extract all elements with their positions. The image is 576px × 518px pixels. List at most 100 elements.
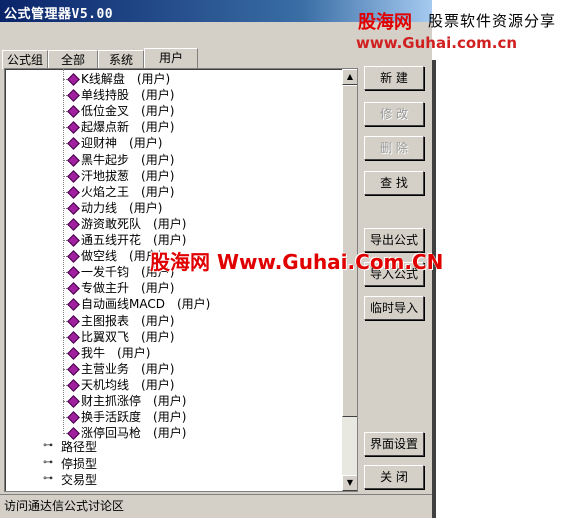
ui-settings-button[interactable]: 界面设置: [364, 432, 424, 456]
formula-diamond-icon: [67, 201, 80, 215]
group-key-icon: ⊶: [43, 473, 53, 484]
site-logo: 股海网 股票软件资源分享 www.Guhai.com.cn: [356, 8, 576, 54]
formula-diamond-icon: [67, 218, 80, 231]
scroll-down-arrow-icon[interactable]: ▼: [342, 475, 357, 491]
logo-url: www.Guhai.com.cn: [356, 34, 518, 52]
tab-all[interactable]: 全部: [48, 50, 98, 69]
formula-diamond-icon: [67, 346, 80, 360]
formula-diamond-icon: [67, 379, 80, 392]
formula-item[interactable]: 黑牛起步 (用户): [81, 152, 174, 168]
edit-button[interactable]: 修 改: [364, 102, 424, 126]
find-button[interactable]: 查 找: [364, 171, 424, 195]
formula-item[interactable]: 比翼双飞 (用户): [81, 329, 174, 345]
formula-tag: (用户): [141, 120, 175, 135]
formula-tag: (用户): [153, 233, 187, 247]
formula-name: 主营业务: [81, 361, 130, 376]
formula-diamond-icon: [67, 121, 80, 135]
formula-diamond-icon: [67, 105, 80, 119]
formula-name: 火焰之王: [81, 184, 130, 199]
formula-tag: (用户): [117, 345, 151, 360]
formula-tag: (用户): [141, 329, 175, 344]
formula-tag: (用户): [141, 168, 175, 183]
formula-item[interactable]: 游资敢死队 (用户): [81, 216, 186, 232]
formula-name: 汗地拔葱: [81, 168, 130, 183]
formula-item[interactable]: 换手活跃度 (用户): [81, 409, 186, 425]
formula-item[interactable]: 财主抓涨停 (用户): [81, 393, 186, 409]
delete-button[interactable]: 删 除: [364, 136, 424, 160]
formula-group[interactable]: 路径型: [61, 439, 97, 455]
formula-item[interactable]: 迎财神 (用户): [81, 135, 162, 151]
formula-group[interactable]: 交易型: [61, 472, 97, 488]
formula-diamond-icon: [67, 314, 80, 328]
formula-tag: (用户): [176, 297, 211, 312]
formula-name: 动力线: [81, 200, 118, 215]
formula-group[interactable]: 停损型: [61, 456, 97, 472]
temp-import-button[interactable]: 临时导入: [364, 296, 424, 320]
formula-name: K线解盘: [81, 72, 125, 86]
formula-item[interactable]: 单线持股 (用户): [81, 87, 174, 103]
formula-diamond-icon: [67, 234, 80, 247]
scroll-up-arrow-icon[interactable]: ▲: [342, 69, 357, 85]
formula-name: 比翼双飞: [81, 329, 130, 344]
tab-user[interactable]: 用户: [144, 48, 198, 69]
formula-tag: (用户): [153, 426, 187, 441]
formula-name: 通五线开花: [81, 233, 142, 247]
formula-tag: (用户): [141, 361, 175, 376]
formula-tag: (用户): [141, 281, 175, 296]
formula-diamond-icon: [67, 185, 80, 199]
formula-item[interactable]: K线解盘 (用户): [81, 71, 170, 87]
status-bar-link[interactable]: 访问通达信公式讨论区: [0, 494, 432, 518]
formula-item[interactable]: 主营业务 (用户): [81, 361, 174, 377]
formula-tag: (用户): [141, 104, 175, 119]
watermark-text: 股海网 Www.Guhai.Com.CN: [150, 250, 444, 274]
formula-item[interactable]: 自动画线MACD (用户): [81, 296, 210, 312]
formula-name: 迎财神: [81, 136, 118, 151]
formula-tag: (用户): [153, 394, 187, 408]
formula-name: 专做主升: [81, 281, 130, 296]
formula-item[interactable]: 天机均线 (用户): [81, 377, 174, 393]
formula-name: 财主抓涨停: [81, 394, 142, 408]
formula-item[interactable]: 起爆点新 (用户): [81, 119, 174, 135]
vertical-scrollbar[interactable]: ▲ ▼: [342, 69, 357, 491]
formula-diamond-icon: [67, 330, 80, 344]
formula-diamond-icon: [67, 362, 80, 376]
formula-item[interactable]: 动力线 (用户): [81, 200, 162, 216]
formula-diamond-icon: [67, 266, 80, 280]
formula-tag: (用户): [129, 200, 163, 215]
tab-groups[interactable]: 公式组: [2, 50, 48, 69]
formula-tree[interactable]: K线解盘 (用户) 单线持股 (用户) 低位金叉 (用户) 起爆点新 (用户) 迎财神 (用户) 黑…: [4, 68, 358, 492]
formula-tag: (用户): [141, 88, 175, 103]
formula-name: 天机均线: [81, 377, 130, 392]
formula-tag: (用户): [129, 136, 163, 151]
formula-item[interactable]: 主图报表 (用户): [81, 313, 174, 329]
formula-tag: (用户): [153, 410, 187, 425]
formula-tag: (用户): [136, 72, 171, 86]
formula-name: 主图报表: [81, 313, 130, 328]
formula-name: 游资敢死队: [81, 216, 142, 231]
formula-item[interactable]: 低位金叉 (用户): [81, 103, 174, 119]
logo-brand: 股海网: [358, 12, 412, 33]
group-key-icon: ⊶: [43, 440, 53, 451]
close-button[interactable]: 关 闭: [364, 465, 424, 489]
formula-item[interactable]: 汗地拔葱 (用户): [81, 168, 174, 184]
formula-tag: (用户): [141, 152, 175, 167]
formula-diamond-icon: [67, 298, 80, 312]
formula-name: 起爆点新: [81, 120, 130, 135]
formula-item[interactable]: 我牛 (用户): [81, 345, 150, 361]
formula-item[interactable]: 专做主升 (用户): [81, 280, 174, 296]
formula-name: 一发千钧: [81, 265, 130, 280]
formula-diamond-icon: [67, 153, 80, 167]
formula-tag: (用户): [141, 184, 175, 199]
tab-strip: 公式组 全部 系统 用户: [2, 48, 342, 69]
formula-tag: (用户): [141, 313, 175, 328]
window-edge: [432, 60, 436, 518]
formula-diamond-icon: [67, 282, 80, 296]
formula-name: 做空线: [81, 249, 118, 264]
tab-system[interactable]: 系统: [98, 50, 144, 69]
formula-name: 换手活跃度: [81, 410, 142, 425]
logo-tagline: 股票软件资源分享: [428, 12, 557, 30]
formula-name: 低位金叉: [81, 104, 130, 119]
formula-diamond-icon: [67, 250, 80, 263]
formula-item[interactable]: 火焰之王 (用户): [81, 184, 174, 200]
new-button[interactable]: 新 建: [364, 66, 424, 90]
